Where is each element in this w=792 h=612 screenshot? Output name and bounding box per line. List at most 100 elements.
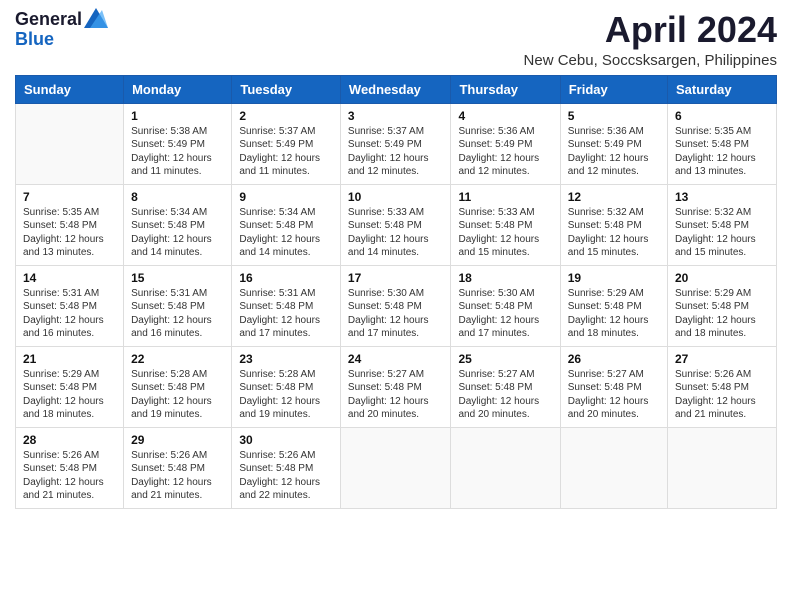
day-info: Sunrise: 5:38 AM Sunset: 5:49 PM Dayligh…: [131, 125, 224, 179]
day-info: Sunrise: 5:27 AM Sunset: 5:48 PM Dayligh…: [348, 368, 444, 422]
calendar-cell: 29 Sunrise: 5:26 AM Sunset: 5:48 PM Dayli…: [124, 427, 232, 508]
logo-area: General Blue: [15, 10, 108, 50]
calendar-cell: 18 Sunrise: 5:30 AM Sunset: 5:48 PM Dayli…: [451, 265, 560, 346]
day-info: Sunrise: 5:26 AM Sunset: 5:48 PM Dayligh…: [239, 449, 333, 503]
logo-icon: [84, 8, 108, 28]
calendar-cell: 12Sunrise: 5:32 AM Sunset: 5:48 PM Dayli…: [560, 184, 667, 265]
day-info: Sunrise: 5:26 AM Sunset: 5:48 PM Dayligh…: [23, 449, 116, 503]
day-number: 12: [568, 190, 660, 204]
header: General Blue April 2024 New Cebu, Soccsk…: [15, 10, 777, 69]
calendar-cell: 23 Sunrise: 5:28 AM Sunset: 5:48 PM Dayli…: [232, 346, 341, 427]
calendar-cell: [668, 427, 777, 508]
title-area: April 2024 New Cebu, Soccsksargen, Phili…: [524, 10, 777, 69]
day-info: Sunrise: 5:30 AM Sunset: 5:48 PM Dayligh…: [458, 287, 552, 341]
day-info: Sunrise: 5:27 AM Sunset: 5:48 PM Dayligh…: [458, 368, 552, 422]
calendar-cell: 20Sunrise: 5:29 AM Sunset: 5:48 PM Dayli…: [668, 265, 777, 346]
day-number: 6: [675, 109, 769, 123]
day-number: 15: [131, 271, 224, 285]
day-number: 30: [239, 433, 333, 447]
day-number: 4: [458, 109, 552, 123]
calendar-cell: 2 Sunrise: 5:37 AM Sunset: 5:49 PM Daylig…: [232, 103, 341, 184]
day-info: Sunrise: 5:26 AM Sunset: 5:48 PM Dayligh…: [131, 449, 224, 503]
day-info: Sunrise: 5:31 AM Sunset: 5:48 PM Dayligh…: [239, 287, 333, 341]
calendar-cell: 28 Sunrise: 5:26 AM Sunset: 5:48 PM Dayli…: [16, 427, 124, 508]
calendar-cell: 7Sunrise: 5:35 AM Sunset: 5:48 PM Daylig…: [16, 184, 124, 265]
main-title: April 2024: [524, 10, 777, 50]
day-number: 14: [23, 271, 116, 285]
calendar-cell: 5 Sunrise: 5:36 AM Sunset: 5:49 PM Daylig…: [560, 103, 667, 184]
calendar-cell: [340, 427, 451, 508]
calendar-row-1: 1 Sunrise: 5:38 AM Sunset: 5:49 PM Daylig…: [16, 103, 777, 184]
day-number: 16: [239, 271, 333, 285]
calendar-row-5: 28 Sunrise: 5:26 AM Sunset: 5:48 PM Dayli…: [16, 427, 777, 508]
day-info: Sunrise: 5:37 AM Sunset: 5:49 PM Dayligh…: [348, 125, 444, 179]
day-number: 17: [348, 271, 444, 285]
calendar-cell: [16, 103, 124, 184]
page: General Blue April 2024 New Cebu, Soccsk…: [0, 0, 792, 524]
calendar-cell: 25 Sunrise: 5:27 AM Sunset: 5:48 PM Dayli…: [451, 346, 560, 427]
day-number: 5: [568, 109, 660, 123]
day-number: 21: [23, 352, 116, 366]
calendar-cell: 11 Sunrise: 5:33 AM Sunset: 5:48 PM Dayli…: [451, 184, 560, 265]
day-info: Sunrise: 5:37 AM Sunset: 5:49 PM Dayligh…: [239, 125, 333, 179]
day-info: Sunrise: 5:31 AM Sunset: 5:48 PM Dayligh…: [131, 287, 224, 341]
calendar-cell: 6Sunrise: 5:35 AM Sunset: 5:48 PM Daylig…: [668, 103, 777, 184]
day-number: 28: [23, 433, 116, 447]
calendar-cell: [451, 427, 560, 508]
day-info: Sunrise: 5:29 AM Sunset: 5:48 PM Dayligh…: [675, 287, 769, 341]
calendar-cell: 27Sunrise: 5:26 AM Sunset: 5:48 PM Dayli…: [668, 346, 777, 427]
day-info: Sunrise: 5:33 AM Sunset: 5:48 PM Dayligh…: [458, 206, 552, 260]
calendar-cell: 26 Sunrise: 5:27 AM Sunset: 5:48 PM Dayli…: [560, 346, 667, 427]
subtitle: New Cebu, Soccsksargen, Philippines: [524, 52, 777, 69]
day-number: 8: [131, 190, 224, 204]
day-number: 3: [348, 109, 444, 123]
logo-general: General: [15, 10, 82, 30]
day-info: Sunrise: 5:33 AM Sunset: 5:48 PM Dayligh…: [348, 206, 444, 260]
calendar-cell: 14 Sunrise: 5:31 AM Sunset: 5:48 PM Dayli…: [16, 265, 124, 346]
day-number: 18: [458, 271, 552, 285]
logo-text: General Blue: [15, 10, 108, 50]
day-number: 19: [568, 271, 660, 285]
calendar-cell: 17Sunrise: 5:30 AM Sunset: 5:48 PM Dayli…: [340, 265, 451, 346]
day-info: Sunrise: 5:34 AM Sunset: 5:48 PM Dayligh…: [239, 206, 333, 260]
calendar-cell: 19 Sunrise: 5:29 AM Sunset: 5:48 PM Dayli…: [560, 265, 667, 346]
day-number: 7: [23, 190, 116, 204]
day-info: Sunrise: 5:29 AM Sunset: 5:48 PM Dayligh…: [568, 287, 660, 341]
day-info: Sunrise: 5:34 AM Sunset: 5:48 PM Dayligh…: [131, 206, 224, 260]
calendar-cell: 22Sunrise: 5:28 AM Sunset: 5:48 PM Dayli…: [124, 346, 232, 427]
calendar-cell: 30 Sunrise: 5:26 AM Sunset: 5:48 PM Dayli…: [232, 427, 341, 508]
day-number: 24: [348, 352, 444, 366]
day-number: 9: [239, 190, 333, 204]
day-info: Sunrise: 5:28 AM Sunset: 5:48 PM Dayligh…: [131, 368, 224, 422]
calendar: Sunday Monday Tuesday Wednesday Thursday…: [15, 75, 777, 509]
col-wednesday: Wednesday: [340, 75, 451, 103]
calendar-row-2: 7Sunrise: 5:35 AM Sunset: 5:48 PM Daylig…: [16, 184, 777, 265]
day-info: Sunrise: 5:32 AM Sunset: 5:48 PM Dayligh…: [675, 206, 769, 260]
day-number: 25: [458, 352, 552, 366]
day-number: 13: [675, 190, 769, 204]
calendar-row-3: 14 Sunrise: 5:31 AM Sunset: 5:48 PM Dayli…: [16, 265, 777, 346]
col-thursday: Thursday: [451, 75, 560, 103]
calendar-cell: 9 Sunrise: 5:34 AM Sunset: 5:48 PM Daylig…: [232, 184, 341, 265]
calendar-cell: 24 Sunrise: 5:27 AM Sunset: 5:48 PM Dayli…: [340, 346, 451, 427]
col-saturday: Saturday: [668, 75, 777, 103]
day-info: Sunrise: 5:36 AM Sunset: 5:49 PM Dayligh…: [568, 125, 660, 179]
day-number: 11: [458, 190, 552, 204]
day-number: 10: [348, 190, 444, 204]
day-number: 2: [239, 109, 333, 123]
day-info: Sunrise: 5:31 AM Sunset: 5:48 PM Dayligh…: [23, 287, 116, 341]
day-number: 29: [131, 433, 224, 447]
col-tuesday: Tuesday: [232, 75, 341, 103]
calendar-row-4: 21Sunrise: 5:29 AM Sunset: 5:48 PM Dayli…: [16, 346, 777, 427]
day-number: 26: [568, 352, 660, 366]
calendar-cell: 3 Sunrise: 5:37 AM Sunset: 5:49 PM Daylig…: [340, 103, 451, 184]
day-info: Sunrise: 5:28 AM Sunset: 5:48 PM Dayligh…: [239, 368, 333, 422]
day-number: 1: [131, 109, 224, 123]
calendar-cell: 21Sunrise: 5:29 AM Sunset: 5:48 PM Dayli…: [16, 346, 124, 427]
calendar-cell: [560, 427, 667, 508]
day-info: Sunrise: 5:26 AM Sunset: 5:48 PM Dayligh…: [675, 368, 769, 422]
day-info: Sunrise: 5:36 AM Sunset: 5:49 PM Dayligh…: [458, 125, 552, 179]
day-info: Sunrise: 5:27 AM Sunset: 5:48 PM Dayligh…: [568, 368, 660, 422]
day-number: 23: [239, 352, 333, 366]
col-friday: Friday: [560, 75, 667, 103]
